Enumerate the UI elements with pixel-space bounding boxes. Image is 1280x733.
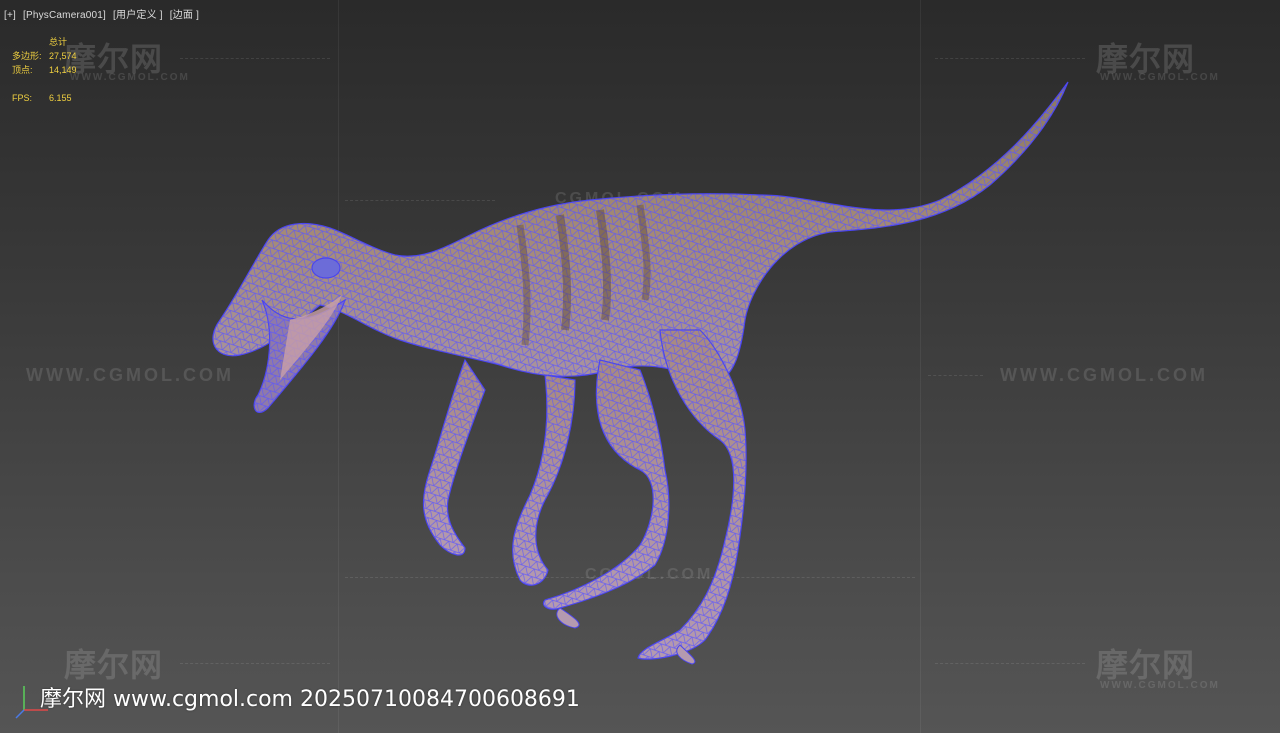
stats-header: 总计 (49, 37, 68, 47)
bottom-watermark-text: 摩尔网 www.cgmol.com 20250710084700608691 (40, 687, 580, 712)
polygons-value: 27,574 (49, 51, 77, 61)
vertices-value: 14,149 (49, 65, 77, 75)
fps-value: 6.155 (49, 93, 72, 103)
viewport-shading-menu[interactable]: [边面 ] (170, 10, 199, 21)
viewport-menu-plus[interactable]: [+] (4, 10, 16, 21)
polygons-label: 多边形: (12, 51, 42, 61)
viewport[interactable]: 摩尔网 WWW.CGMOL.COM 摩尔网 WWW.CGMOL.COM 摩尔网 … (0, 0, 1280, 733)
viewport-view-menu[interactable]: [用户定义 ] (113, 10, 163, 21)
fps-label: FPS: (12, 93, 33, 103)
dinosaur-body (212, 81, 1069, 414)
dinosaur-front-arms (422, 358, 576, 586)
viewport-label: [+] [PhysCamera001] [用户定义 ] [边面 ] (4, 6, 203, 21)
viewport-camera-menu[interactable]: [PhysCamera001] (23, 10, 106, 21)
vertices-label: 顶点: (12, 65, 33, 75)
dinosaur-wireframe-model[interactable] (0, 0, 1280, 733)
